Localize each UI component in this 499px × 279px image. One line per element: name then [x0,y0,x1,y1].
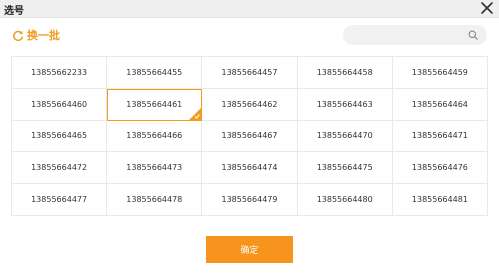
window-title: 选号 [4,6,24,17]
search-icon[interactable] [468,30,478,40]
number-cell[interactable]: 13855664476 [392,152,488,185]
close-icon [481,2,493,14]
number-cell[interactable]: 13855664472 [12,152,108,185]
number-cell[interactable]: 13855664473 [107,152,203,185]
number-cell[interactable]: 13855664460 [12,88,108,121]
refresh-label: 换一批 [27,29,60,42]
close-button[interactable] [480,1,494,15]
number-cell[interactable]: 13855664457 [202,57,298,89]
number-cell[interactable]: 13855664458 [297,57,393,89]
number-cell[interactable]: 13855664463 [297,88,393,121]
number-cell[interactable]: 13855664471 [392,120,488,153]
number-cell[interactable]: 13855664475 [297,152,393,185]
title-bar: 选号 [0,0,499,18]
number-cell[interactable]: 13855664481 [392,184,488,216]
confirm-button[interactable]: 确定 [206,236,293,263]
number-cell[interactable]: 13855664470 [297,120,393,153]
number-cell[interactable]: 13855664479 [202,184,298,216]
number-grid: 13855662233 13855664455 13855664457 1385… [11,56,488,216]
search-input[interactable] [351,27,461,43]
number-cell[interactable]: 13855664467 [202,120,298,153]
number-cell[interactable]: 13855664466 [107,120,203,153]
refresh-icon [13,30,24,42]
checkmark-icon [189,107,202,120]
number-cell[interactable]: 13855664465 [12,120,108,153]
number-cell[interactable]: 13855664474 [202,152,298,185]
search-box[interactable] [343,25,487,45]
number-cell[interactable]: 13855664459 [392,57,488,89]
number-cell[interactable]: 13855664480 [297,184,393,216]
number-cell[interactable]: 13855664478 [107,184,203,216]
number-cell[interactable]: 13855664455 [107,57,203,89]
number-cell[interactable]: 13855664477 [12,184,108,216]
refresh-batch-button[interactable]: 换一批 [12,29,60,43]
number-cell[interactable]: 13855662233 [12,57,108,89]
number-cell-selected[interactable]: 13855664461 [107,88,203,121]
number-cell[interactable]: 13855664464 [392,88,488,121]
number-cell[interactable]: 13855664462 [202,88,298,121]
